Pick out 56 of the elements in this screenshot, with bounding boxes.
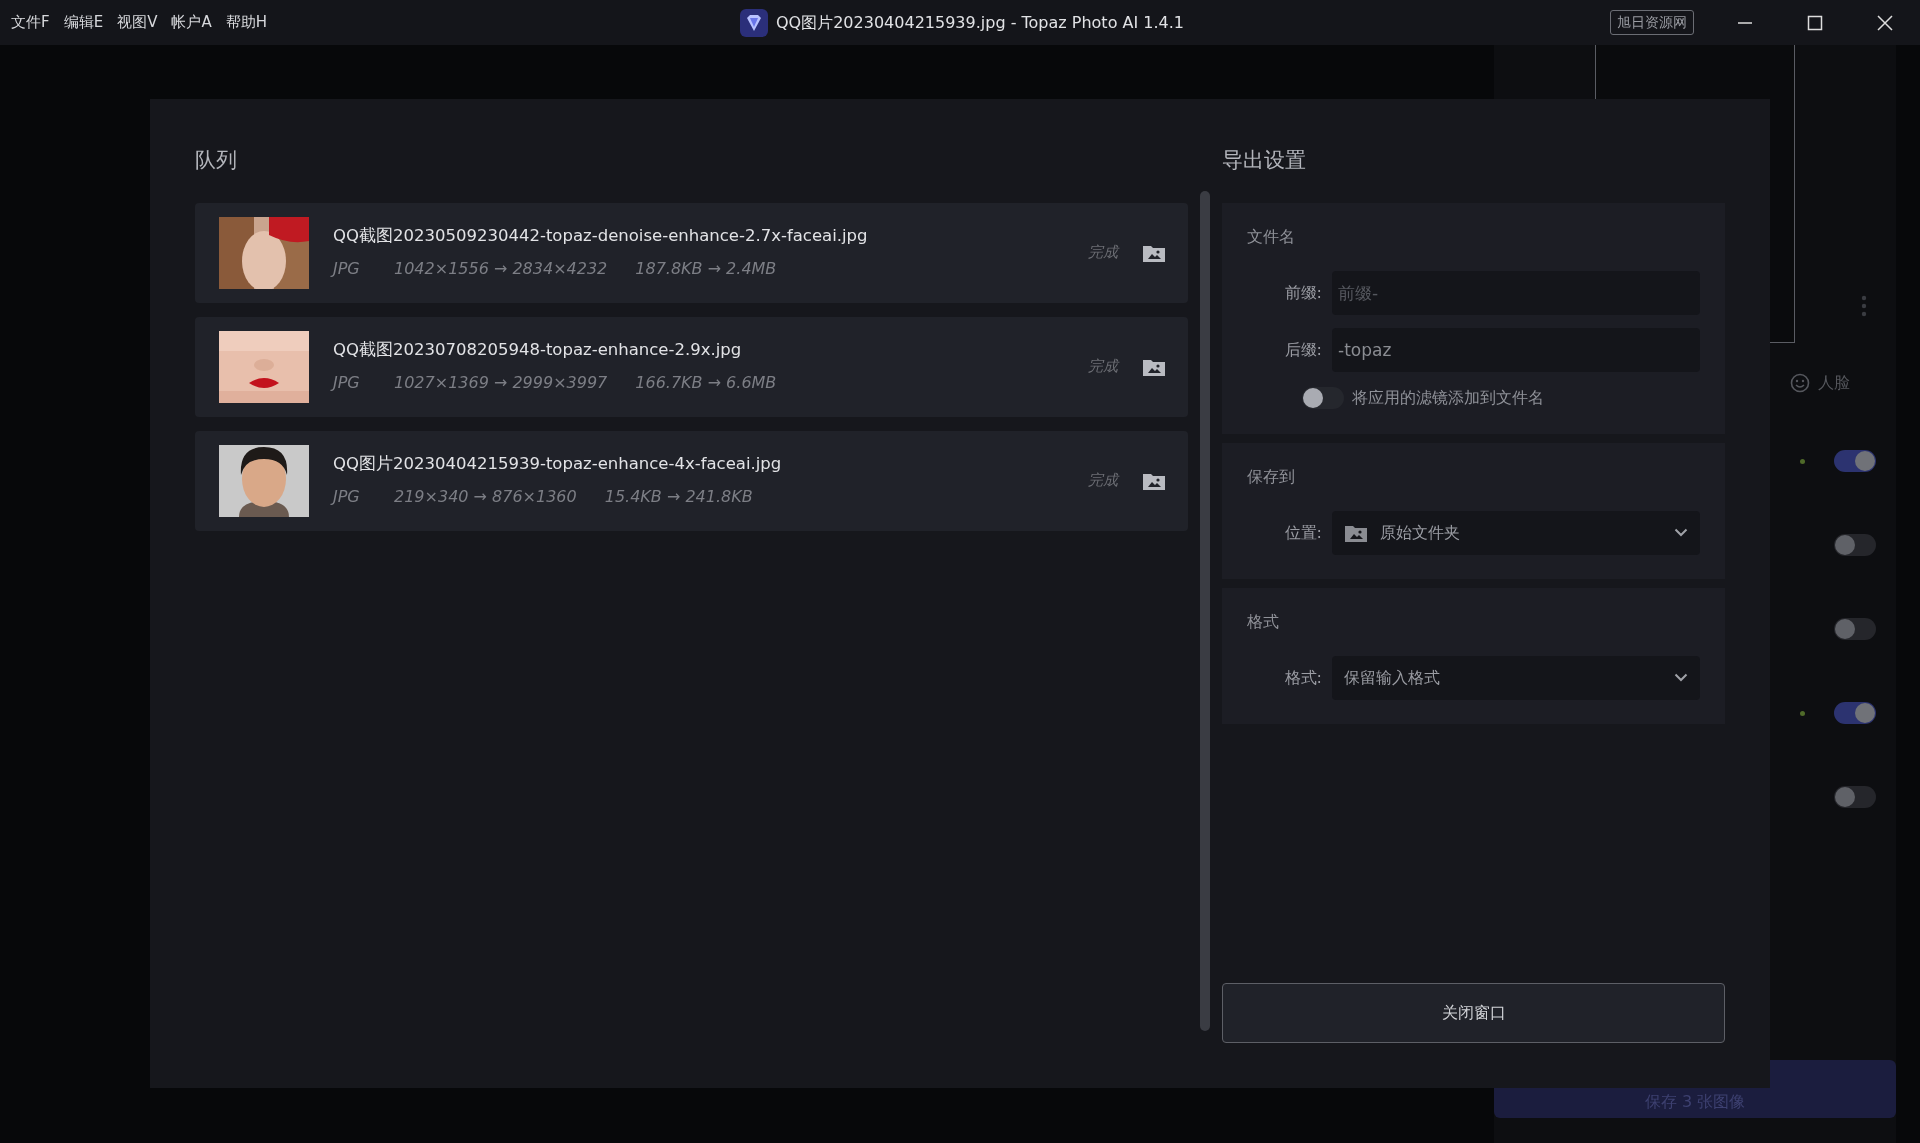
menu-item[interactable]: 文件F [4, 11, 57, 34]
toggle-switch[interactable] [1834, 450, 1876, 472]
field-label: 后缀: [1283, 338, 1323, 361]
file-name: QQ图片20230404215939-topaz-enhance-4x-faceai.jpg [333, 453, 783, 476]
image-dimensions: 219×340 → 876×1360 [394, 485, 577, 508]
status-text: 完成 [1088, 470, 1118, 492]
section-title: 队列 [195, 147, 238, 174]
file-size: 15.4KB → 241.8KB [604, 485, 753, 508]
toggle-switch[interactable] [1834, 618, 1876, 640]
close-window-button[interactable]: 关闭窗口 [1222, 983, 1725, 1043]
close-icon [1877, 14, 1893, 31]
minimize-icon [1737, 21, 1753, 24]
toggle-switch[interactable] [1834, 534, 1876, 556]
window-title: QQ图片20230404215939.jpg - Topaz Photo AI 1.4.1 [776, 11, 1184, 34]
card-title: 文件名 [1247, 225, 1296, 248]
chevron-down-icon [1674, 528, 1688, 537]
menu-item[interactable]: 视图V [110, 11, 165, 34]
status-dot [1800, 459, 1805, 464]
app-logo-icon [740, 8, 768, 37]
queue-item[interactable]: QQ图片20230404215939-topaz-enhance-4x-faceai.jpg JPG 219×340 → 876×1360 15.4KB → 241.8KB 完成 [195, 430, 1188, 531]
section-title: 导出设置 [1222, 147, 1307, 174]
menu-item[interactable]: 帐户A [164, 11, 219, 34]
menu-item[interactable]: 帮助H [218, 11, 274, 34]
menu-item[interactable]: 编辑E [56, 11, 111, 34]
field-label: 格式: [1283, 666, 1323, 689]
queue-item[interactable]: QQ截图20230509230442-topaz-denoise-enhance-2.7x-faceai.jpg JPG 1042×1556 → 2834×4232 187.8KB → 2.4MB 完成 [195, 202, 1188, 303]
queue-item[interactable]: QQ截图20230708205948-topaz-enhance-2.9x.jpg JPG 1027×1369 → 2999×3997 166.7KB → 6.6MB 完成 [195, 316, 1188, 417]
card-title: 保存到 [1247, 465, 1296, 488]
field-label: 位置: [1283, 521, 1323, 544]
face-label: 人脸 [1818, 372, 1850, 394]
image-dimensions: 1027×1369 → 2999×3997 [394, 371, 608, 394]
watermark-badge: 旭日资源网 [1610, 10, 1694, 35]
chevron-down-icon [1674, 673, 1688, 682]
image-dimensions: 1042×1556 → 2834×4232 [394, 257, 608, 280]
dropdown-value: 原始文件夹 [1380, 521, 1461, 544]
status-dot [1800, 711, 1805, 716]
smiley-icon [1790, 373, 1810, 393]
maximize-icon [1807, 14, 1823, 31]
prefix-field[interactable]: 前缀- [1332, 270, 1700, 315]
location-dropdown[interactable]: 原始文件夹 [1332, 510, 1700, 555]
scrollbar[interactable] [1200, 191, 1210, 1031]
status-text: 完成 [1088, 242, 1118, 264]
toggle-switch[interactable] [1834, 702, 1876, 724]
file-size: 187.8KB → 2.4MB [635, 257, 777, 280]
file-size: 166.7KB → 6.6MB [635, 371, 777, 394]
card-title: 格式 [1247, 610, 1280, 633]
file-name: QQ截图20230509230442-topaz-denoise-enhance-2.7x-faceai.jpg [333, 225, 869, 248]
field-label: 前缀: [1283, 281, 1323, 304]
file-name: QQ截图20230708205948-topaz-enhance-2.9x.jpg [333, 339, 743, 362]
toggle-label: 将应用的滤镜添加到文件名 [1352, 386, 1544, 409]
suffix-field[interactable]: -topaz [1332, 327, 1700, 372]
format-dropdown[interactable]: 保留输入格式 [1332, 655, 1700, 700]
toggle-switch[interactable] [1302, 386, 1344, 409]
status-text: 完成 [1088, 356, 1118, 378]
toggle-switch[interactable] [1834, 786, 1876, 808]
dropdown-value: 保留输入格式 [1344, 666, 1441, 689]
